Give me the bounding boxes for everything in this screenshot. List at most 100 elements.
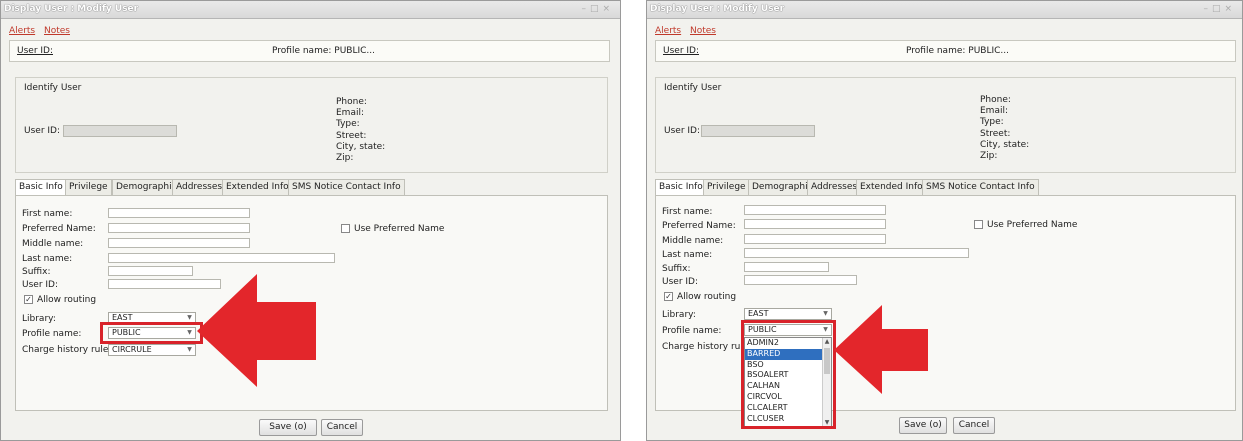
notes-link[interactable]: Notes: [690, 26, 716, 36]
chevron-down-icon: ▼: [187, 346, 192, 353]
phone-label: Phone:: [336, 97, 367, 107]
type-label: Type:: [980, 117, 1004, 128]
allow-routing-label: Allow routing: [37, 295, 97, 305]
library-value: EAST: [112, 313, 133, 322]
tab-sms-notice[interactable]: SMS Notice Contact Info: [288, 179, 405, 195]
save-button[interactable]: Save (o): [899, 417, 947, 434]
use-preferred-name-label: Use Preferred Name: [987, 220, 1078, 230]
window-title: Display User : Modify User: [4, 4, 139, 14]
phone-label: Phone:: [980, 95, 1011, 105]
library-label: Library:: [22, 314, 56, 324]
use-preferred-name-checkbox[interactable]: [974, 220, 983, 229]
header-user-id-label: User ID:: [663, 46, 699, 56]
suffix-label: Suffix:: [22, 267, 51, 277]
first-name-input[interactable]: [108, 208, 250, 218]
highlight-box: [100, 322, 203, 344]
charge-history-rule-select[interactable]: CIRCRULE ▼: [108, 344, 196, 356]
email-label: Email:: [336, 108, 365, 119]
tab-sms-notice[interactable]: SMS Notice Contact Info: [922, 179, 1039, 195]
tab-addresses[interactable]: Addresses: [807, 179, 862, 195]
library-select[interactable]: EAST ▼: [744, 308, 832, 320]
zip-label: Zip:: [980, 151, 998, 162]
last-name-input[interactable]: [744, 248, 969, 258]
allow-routing-checkbox[interactable]: ✓: [24, 295, 33, 304]
contact-labels: Phone: Email: Type: Street: City, state:…: [980, 95, 1060, 162]
tab-basic-info[interactable]: Basic Info: [15, 179, 67, 196]
alerts-link[interactable]: Alerts: [655, 26, 681, 36]
identify-user-id-field: [63, 125, 177, 137]
chevron-down-icon: ▼: [187, 314, 192, 321]
highlight-box: [741, 320, 836, 429]
use-preferred-name-label: Use Preferred Name: [354, 224, 445, 234]
library-value: EAST: [748, 309, 769, 318]
user-id-label: User ID:: [22, 280, 58, 290]
save-button[interactable]: Save (o): [259, 419, 317, 436]
cancel-button[interactable]: Cancel: [953, 417, 995, 434]
identify-user-title: Identify User: [24, 83, 82, 93]
user-id-input[interactable]: [744, 275, 857, 285]
charge-history-rule-label: Charge history rule:: [662, 342, 752, 352]
middle-name-label: Middle name:: [22, 239, 84, 249]
tab-addresses[interactable]: Addresses: [172, 179, 227, 195]
title-bar: Display User : Modify User –□×: [1, 1, 620, 19]
street-label: Street:: [336, 130, 367, 141]
suffix-label: Suffix:: [662, 264, 691, 274]
preferred-name-input[interactable]: [108, 223, 250, 233]
tab-bar: Basic Info Privilege Demographics Addres…: [655, 179, 1236, 196]
cancel-button[interactable]: Cancel: [321, 419, 363, 436]
header-user-id-label: User ID:: [17, 46, 53, 56]
link-bar: Alerts Notes: [9, 26, 76, 36]
modify-user-window-left: Display User : Modify User –□× Alerts No…: [0, 0, 621, 441]
modify-user-window-right: Display User : Modify User –□× Alerts No…: [646, 0, 1243, 441]
last-name-label: Last name:: [662, 250, 713, 260]
first-name-label: First name:: [662, 207, 713, 217]
identify-user-title: Identify User: [664, 83, 722, 93]
basic-info-panel: First name: Preferred Name: Use Preferre…: [655, 195, 1236, 429]
charge-history-rule-value: CIRCRULE: [112, 345, 152, 354]
preferred-name-label: Preferred Name:: [22, 224, 96, 234]
red-arrow-icon: [197, 274, 316, 387]
identify-user-box: Identify User User ID: Phone: Email: Typ…: [15, 77, 608, 173]
preferred-name-input[interactable]: [744, 219, 886, 229]
profile-name-label: Profile name:: [662, 326, 722, 336]
last-name-label: Last name:: [22, 254, 73, 264]
middle-name-label: Middle name:: [662, 236, 724, 246]
header-profile-name: Profile name: PUBLIC...: [272, 46, 375, 56]
middle-name-input[interactable]: [108, 238, 250, 248]
suffix-input[interactable]: [108, 266, 193, 276]
identify-user-id-label: User ID:: [664, 126, 700, 136]
type-label: Type:: [336, 119, 360, 130]
preferred-name-label: Preferred Name:: [662, 221, 736, 231]
title-bar: Display User : Modify User –□×: [647, 1, 1242, 19]
identify-user-id-label: User ID:: [24, 126, 60, 136]
red-arrow-icon: [834, 305, 928, 394]
allow-routing-checkbox[interactable]: ✓: [664, 292, 673, 301]
tab-extended-info[interactable]: Extended Info: [856, 179, 927, 195]
suffix-input[interactable]: [744, 262, 829, 272]
identify-user-id-field: [701, 125, 815, 137]
middle-name-input[interactable]: [744, 234, 886, 244]
use-preferred-name-checkbox[interactable]: [341, 224, 350, 233]
user-header: User ID: Profile name: PUBLIC...: [655, 40, 1236, 62]
alerts-link[interactable]: Alerts: [9, 26, 35, 36]
last-name-input[interactable]: [108, 253, 335, 263]
window-title: Display User : Modify User: [650, 4, 785, 14]
tab-basic-info[interactable]: Basic Info: [655, 179, 707, 196]
user-header: User ID: Profile name: PUBLIC...: [9, 40, 610, 62]
user-id-label: User ID:: [662, 277, 698, 287]
tab-privilege[interactable]: Privilege: [65, 179, 112, 195]
tab-extended-info[interactable]: Extended Info: [222, 179, 293, 195]
window-controls[interactable]: –□×: [1203, 4, 1236, 14]
city-state-label: City, state:: [336, 141, 386, 152]
email-label: Email:: [980, 106, 1009, 117]
tab-privilege[interactable]: Privilege: [703, 179, 750, 195]
first-name-input[interactable]: [744, 205, 886, 215]
allow-routing-label: Allow routing: [677, 292, 737, 302]
contact-labels: Phone: Email: Type: Street: City, state:…: [336, 97, 416, 164]
header-profile-name: Profile name: PUBLIC...: [906, 46, 1009, 56]
window-controls[interactable]: –□×: [581, 4, 614, 14]
notes-link[interactable]: Notes: [44, 26, 70, 36]
profile-name-label: Profile name:: [22, 329, 82, 339]
first-name-label: First name:: [22, 209, 73, 219]
street-label: Street:: [980, 128, 1011, 139]
